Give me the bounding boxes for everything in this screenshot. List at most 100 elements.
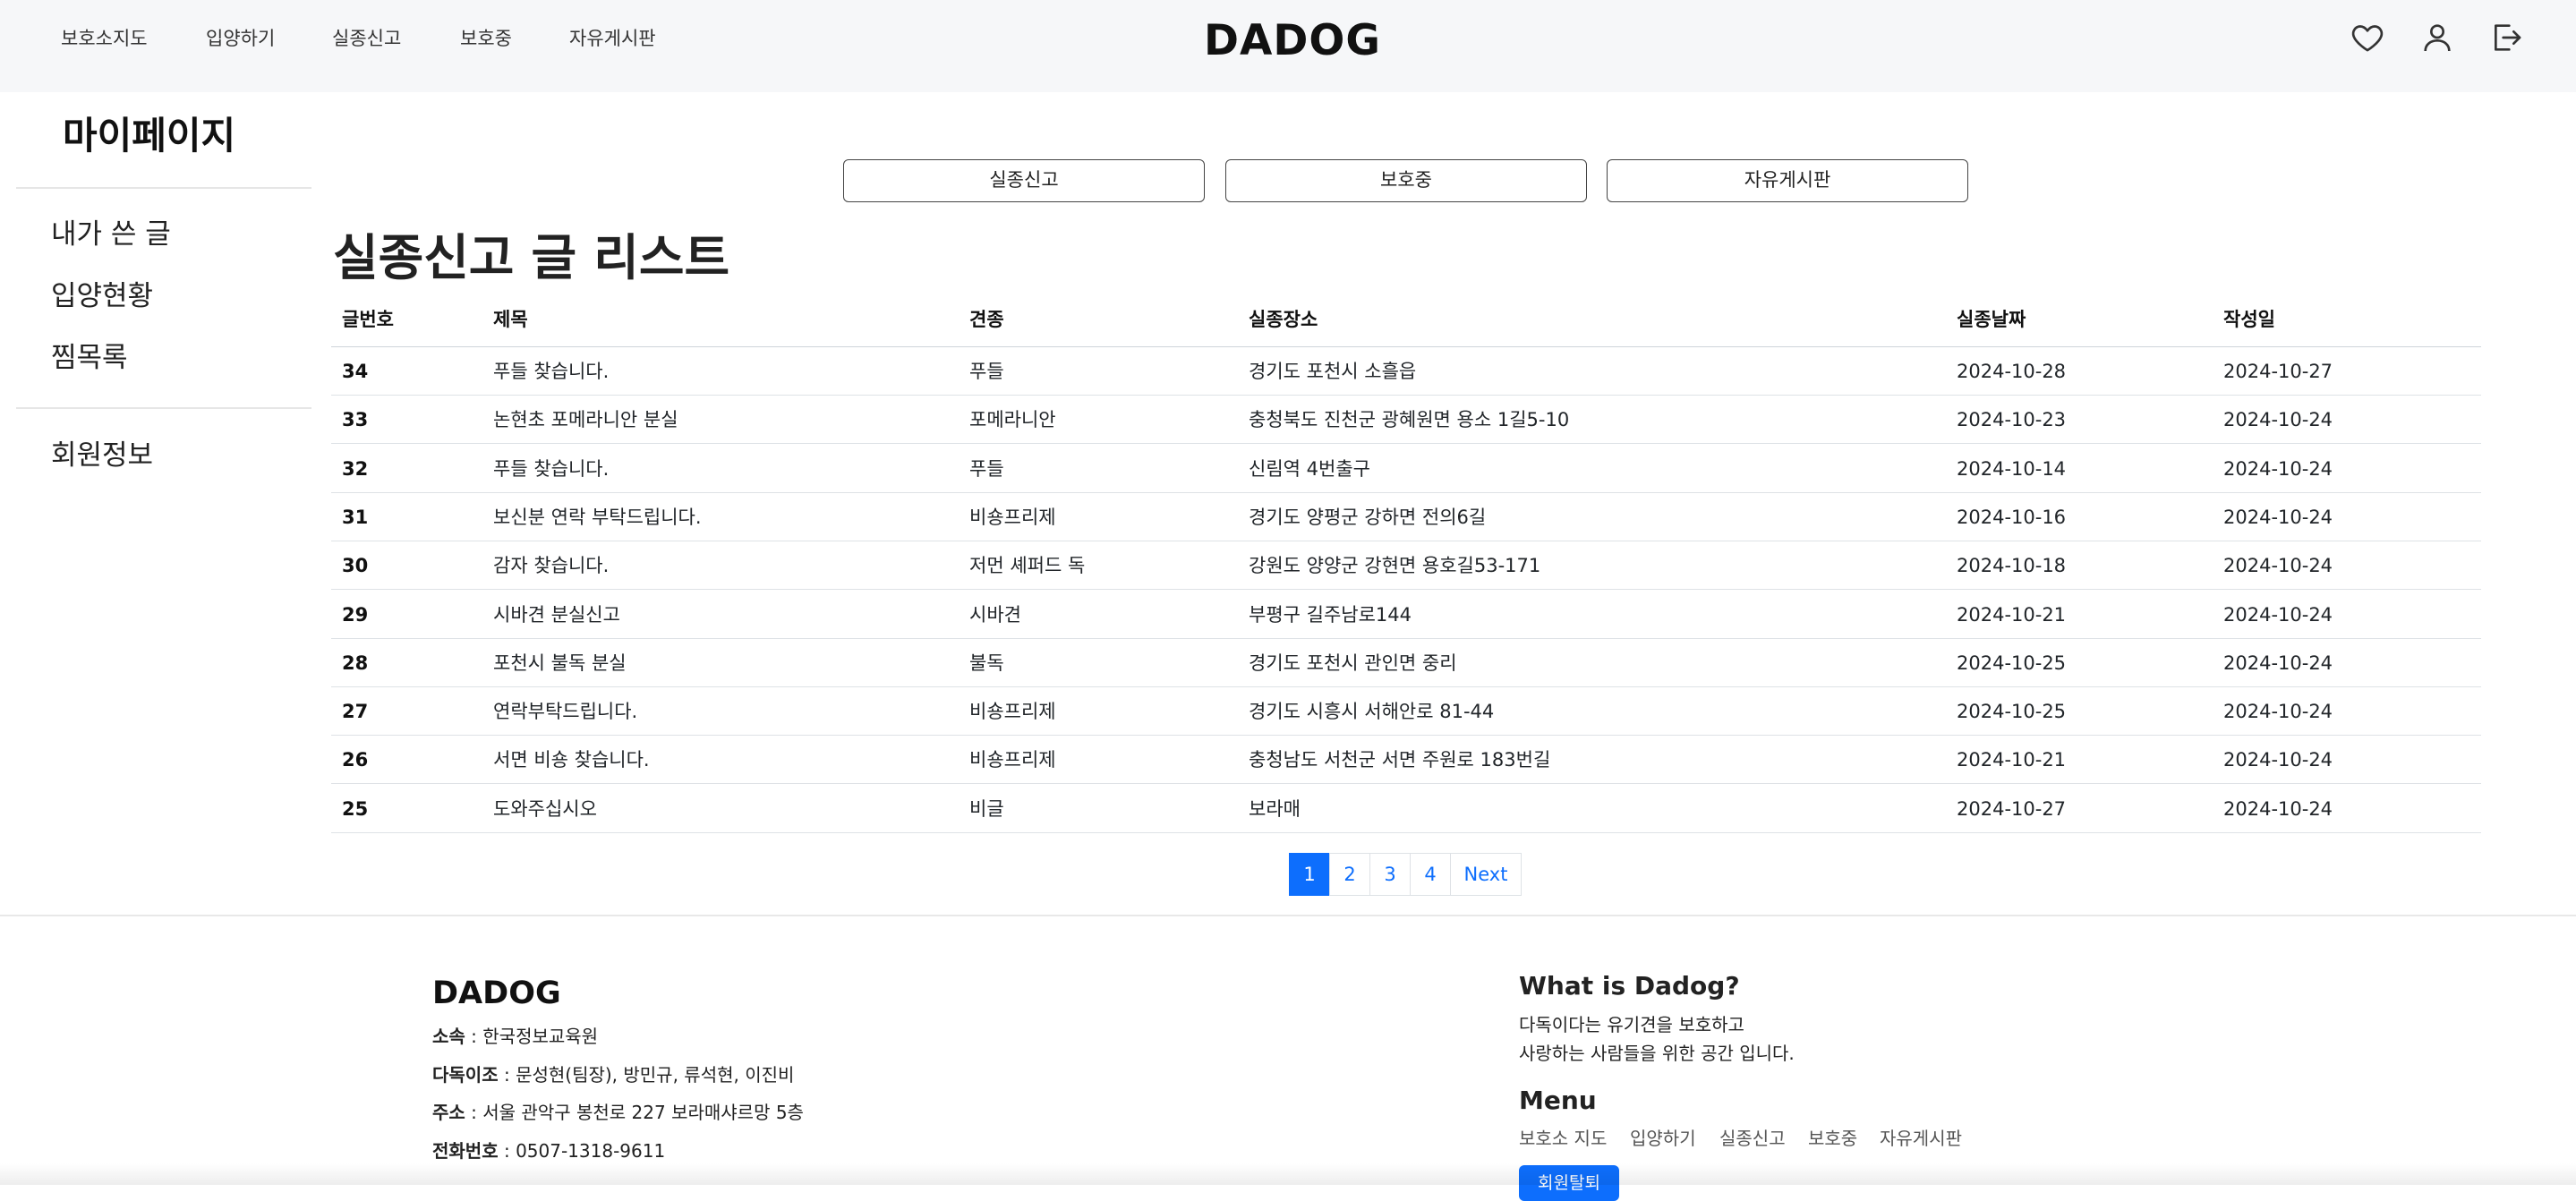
cell-breed: 비글 bbox=[969, 797, 1004, 820]
footer-info-value: : 한국정보교육원 bbox=[465, 1026, 599, 1047]
table-row[interactable]: 30 감자 찾습니다. 저먼 셰퍼드 독 강원도 양양군 강현면 용호길53-171 2… bbox=[331, 541, 2481, 591]
page-1-button[interactable]: 1 bbox=[1289, 853, 1330, 896]
cell-number: 27 bbox=[342, 701, 369, 723]
page-2-button[interactable]: 2 bbox=[1329, 853, 1370, 896]
table-row[interactable]: 25 도와주십시오 비글 보라매 2024-10-27 2024-10-24 bbox=[331, 785, 2481, 833]
table-row[interactable]: 27 연락부탁드립니다. 비숑프리제 경기도 시흥시 서해안로 81-44 2024-1… bbox=[331, 687, 2481, 737]
cell-number: 25 bbox=[342, 797, 369, 820]
cell-created-date: 2024-10-24 bbox=[2223, 409, 2333, 431]
cell-location: 경기도 포천시 관인면 중리 bbox=[1249, 652, 1457, 674]
cell-location: 신림역 4번출구 bbox=[1249, 457, 1370, 480]
cell-title[interactable]: 푸들 찾습니다. bbox=[493, 358, 609, 385]
col-header-title: 제목 bbox=[493, 309, 528, 330]
logout-icon[interactable] bbox=[2488, 20, 2524, 55]
cell-breed: 푸들 bbox=[969, 361, 1004, 382]
cell-location: 경기도 양평군 강하면 전의6길 bbox=[1249, 506, 1487, 528]
footer-info-address: 주소 : 서울 관악구 봉천로 227 보라매샤르망 5층 bbox=[432, 1099, 804, 1126]
sidebar-divider bbox=[16, 407, 311, 409]
cell-missing-date: 2024-10-18 bbox=[1957, 555, 2067, 577]
cell-title[interactable]: 시바견 분실신고 bbox=[493, 601, 620, 628]
page-3-button[interactable]: 3 bbox=[1369, 853, 1411, 896]
cell-created-date: 2024-10-24 bbox=[2223, 652, 2333, 674]
table-row[interactable]: 32 푸들 찾습니다. 푸들 신림역 4번출구 2024-10-14 2024-10-24 bbox=[331, 445, 2481, 493]
sidebar-item-wishlist[interactable]: 찜목록 bbox=[51, 339, 128, 377]
tab-protected[interactable]: 보호중 bbox=[1225, 159, 1587, 202]
table-row[interactable]: 29 시바견 분실신고 시바견 부평구 길주남로144 2024-10-21 2024-1… bbox=[331, 591, 2481, 639]
cell-breed: 푸들 bbox=[969, 457, 1004, 480]
nav-free-board[interactable]: 자유게시판 bbox=[569, 25, 656, 52]
sidebar-item-adoption-status[interactable]: 입양현황 bbox=[51, 277, 153, 315]
cell-created-date: 2024-10-24 bbox=[2223, 797, 2333, 820]
sidebar-item-my-posts[interactable]: 내가 쓴 글 bbox=[51, 216, 171, 253]
cell-missing-date: 2024-10-27 bbox=[1957, 797, 2067, 820]
cell-location: 강원도 양양군 강현면 용호길53-171 bbox=[1249, 555, 1541, 577]
page-4-button[interactable]: 4 bbox=[1410, 853, 1451, 896]
cell-title[interactable]: 도와주십시오 bbox=[493, 796, 597, 822]
sidebar-title: 마이페이지 bbox=[63, 114, 236, 158]
nav-adopt[interactable]: 입양하기 bbox=[206, 25, 275, 52]
footer-about-line: 다독이다는 유기견을 보호하고 bbox=[1519, 1014, 1744, 1035]
col-header-location: 실종장소 bbox=[1249, 309, 1318, 330]
footer-menu-missing-report[interactable]: 실종신고 bbox=[1719, 1125, 1786, 1152]
cell-number: 34 bbox=[342, 361, 369, 382]
footer-menu-shelter-map[interactable]: 보호소 지도 bbox=[1519, 1125, 1607, 1152]
cell-number: 29 bbox=[342, 603, 369, 626]
footer-info-value: : 서울 관악구 봉천로 227 보라매샤르망 5층 bbox=[465, 1102, 804, 1123]
col-header-number: 글번호 bbox=[342, 309, 394, 330]
footer-info-label: 소속 bbox=[432, 1026, 465, 1047]
cell-title[interactable]: 감자 찾습니다. bbox=[493, 552, 609, 579]
cell-location: 경기도 시흥시 서해안로 81-44 bbox=[1249, 701, 1495, 723]
cell-location: 충청남도 서천군 서면 주원로 183번길 bbox=[1249, 749, 1551, 771]
nav-missing-report[interactable]: 실종신고 bbox=[332, 25, 401, 52]
table-row[interactable]: 26 서면 비숑 찾습니다. 비숑프리제 충청남도 서천군 서면 주원로 183번길 2… bbox=[331, 736, 2481, 785]
footer-info-value: : 0507-1318-9611 bbox=[498, 1140, 666, 1162]
cell-created-date: 2024-10-24 bbox=[2223, 701, 2333, 723]
top-header: 보호소지도 입양하기 실종신고 보호중 자유게시판 DADOG bbox=[0, 0, 2576, 92]
cell-number: 33 bbox=[342, 409, 369, 431]
footer-menu-protected[interactable]: 보호중 bbox=[1808, 1125, 1857, 1152]
nav-shelter-map[interactable]: 보호소지도 bbox=[61, 25, 148, 52]
cell-number: 28 bbox=[342, 652, 369, 674]
footer-about-line: 사랑하는 사람들을 위한 공간 입니다. bbox=[1519, 1043, 1795, 1064]
cell-location: 충청북도 진천군 광혜원면 용소 1길5-10 bbox=[1249, 409, 1570, 431]
heart-icon[interactable] bbox=[2350, 20, 2385, 55]
tab-missing-report[interactable]: 실종신고 bbox=[843, 159, 1205, 202]
cell-missing-date: 2024-10-21 bbox=[1957, 749, 2067, 771]
next-page-button[interactable]: Next bbox=[1450, 853, 1522, 896]
sidebar-item-member-info[interactable]: 회원정보 bbox=[51, 437, 153, 474]
cell-location: 보라매 bbox=[1249, 797, 1301, 820]
cell-created-date: 2024-10-24 bbox=[2223, 555, 2333, 577]
tab-free-board[interactable]: 자유게시판 bbox=[1607, 159, 1968, 202]
table-row[interactable]: 28 포천시 불독 분실 불독 경기도 포천시 관인면 중리 2024-10-25 202… bbox=[331, 639, 2481, 687]
footer-menu-title: Menu bbox=[1519, 1086, 1597, 1115]
footer-menu-free-board[interactable]: 자유게시판 bbox=[1880, 1125, 1962, 1152]
cell-number: 32 bbox=[342, 457, 369, 480]
cell-created-date: 2024-10-24 bbox=[2223, 457, 2333, 480]
page-title: 실종신고 글 리스트 bbox=[333, 229, 730, 286]
footer-info-team: 다독이조 : 문성현(팀장), 방민규, 류석현, 이진비 bbox=[432, 1061, 794, 1088]
footer-info-value: : 문성현(팀장), 방민규, 류석현, 이진비 bbox=[498, 1064, 795, 1086]
table-row[interactable]: 34 푸들 찾습니다. 푸들 경기도 포천시 소흘읍 2024-10-28 2024-10… bbox=[331, 347, 2481, 396]
cell-title[interactable]: 보신분 연락 부탁드립니다. bbox=[493, 504, 702, 531]
cell-breed: 비숑프리제 bbox=[969, 701, 1056, 723]
footer-info-org: 소속 : 한국정보교육원 bbox=[432, 1023, 598, 1050]
user-icon[interactable] bbox=[2419, 20, 2455, 55]
cell-title[interactable]: 연락부탁드립니다. bbox=[493, 698, 637, 725]
footer-menu-adopt[interactable]: 입양하기 bbox=[1630, 1125, 1696, 1152]
table-row[interactable]: 31 보신분 연락 부탁드립니다. 비숑프리제 경기도 양평군 강하면 전의6길 202… bbox=[331, 493, 2481, 541]
cell-title[interactable]: 포천시 불독 분실 bbox=[493, 650, 627, 677]
footer-logo: DADOG bbox=[432, 975, 561, 1011]
cell-title[interactable]: 서면 비숑 찾습니다. bbox=[493, 746, 650, 773]
cell-breed: 시바견 bbox=[969, 603, 1021, 626]
cell-breed: 저먼 셰퍼드 독 bbox=[969, 555, 1086, 577]
cell-breed: 포메라니안 bbox=[969, 409, 1056, 431]
table-row[interactable]: 33 논현초 포메라니안 분실 포메라니안 충청북도 진천군 광혜원면 용소 1길5-… bbox=[331, 396, 2481, 445]
cell-title[interactable]: 푸들 찾습니다. bbox=[493, 456, 609, 482]
cell-location: 부평구 길주남로144 bbox=[1249, 603, 1412, 626]
site-logo[interactable]: DADOG bbox=[1204, 14, 1381, 68]
cell-title[interactable]: 논현초 포메라니안 분실 bbox=[493, 406, 678, 433]
row-divider bbox=[331, 831, 2481, 833]
cell-breed: 비숑프리제 bbox=[969, 506, 1056, 528]
nav-protected[interactable]: 보호중 bbox=[460, 25, 512, 52]
cell-missing-date: 2024-10-14 bbox=[1957, 457, 2067, 480]
